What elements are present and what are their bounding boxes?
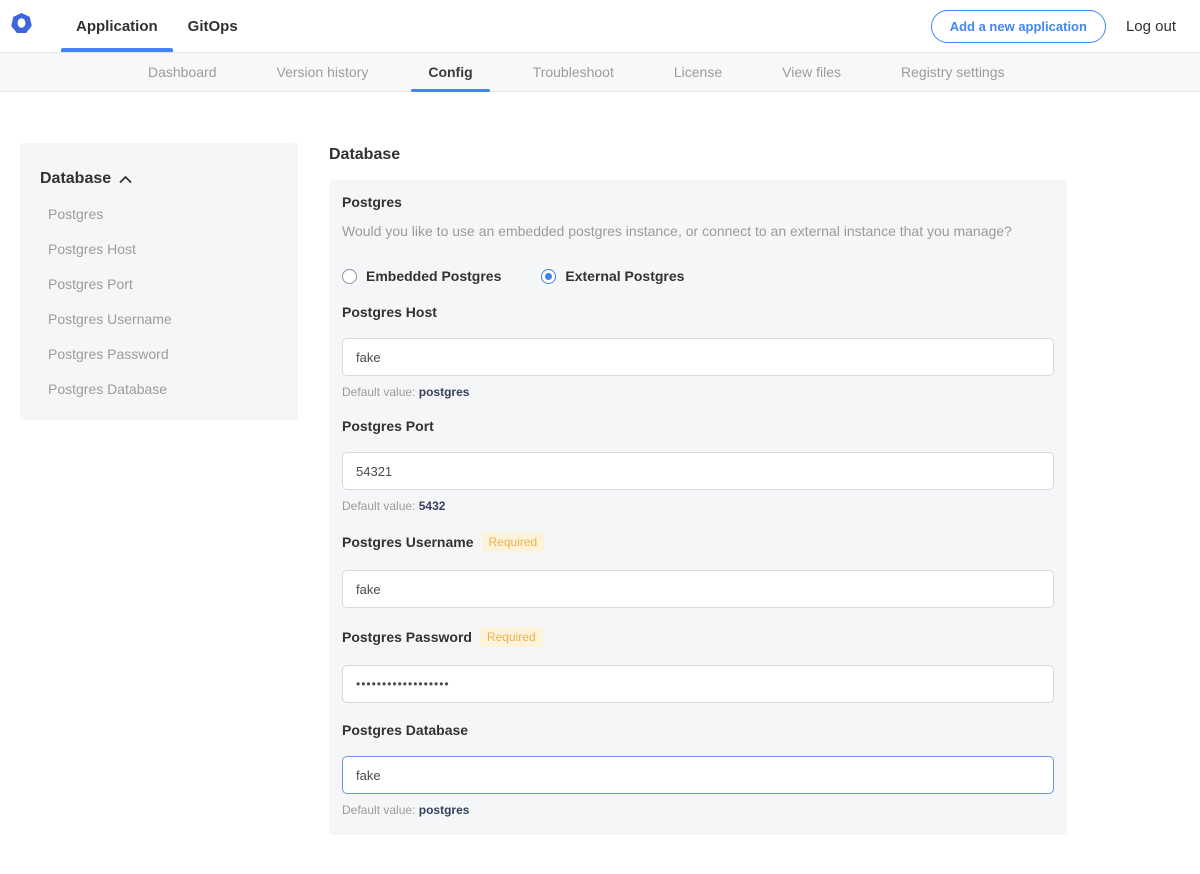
subnav-tab-troubleshoot[interactable]: Troubleshoot	[503, 53, 644, 91]
field-default-hint: Default value: postgres	[342, 385, 1054, 399]
field-label: Postgres Port	[342, 418, 434, 434]
default-value: postgres	[419, 385, 470, 399]
group-title-postgres: Postgres	[342, 194, 1054, 210]
app-logo	[10, 0, 33, 52]
field-label: Postgres Password	[342, 629, 472, 645]
active-subtab-underline	[411, 89, 489, 92]
sidebar-item-postgres-host[interactable]: Postgres Host	[40, 242, 278, 256]
subnav-tab-registry-settings[interactable]: Registry settings	[871, 53, 1034, 91]
group-help-text: Would you like to use an embedded postgr…	[342, 223, 1054, 240]
subnav-tab-label: Dashboard	[148, 64, 217, 80]
topnav-tabs: Application GitOps	[61, 0, 253, 52]
active-tab-underline	[61, 48, 173, 52]
postgres-host-input[interactable]	[342, 338, 1054, 376]
subnav-tab-label: Registry settings	[901, 64, 1004, 80]
sidebar-item-postgres-username[interactable]: Postgres Username	[40, 312, 278, 326]
topnav-spacer	[253, 0, 931, 52]
postgres-database-input[interactable]	[342, 756, 1054, 794]
radio-external-postgres[interactable]: External Postgres	[541, 268, 684, 284]
subnav-tab-label: Config	[428, 64, 472, 80]
default-value: postgres	[419, 803, 470, 817]
radio-external-label: External Postgres	[565, 268, 684, 284]
top-nav: Application GitOps Add a new application…	[0, 0, 1200, 52]
subnav-tab-license[interactable]: License	[644, 53, 752, 91]
sidebar-item-postgres[interactable]: Postgres	[40, 207, 278, 221]
radio-embedded-postgres[interactable]: Embedded Postgres	[342, 268, 501, 284]
sidebar-item-postgres-port[interactable]: Postgres Port	[40, 277, 278, 291]
tab-gitops[interactable]: GitOps	[173, 0, 253, 52]
subnav-tab-config[interactable]: Config	[398, 53, 502, 91]
subnav-tab-version-history[interactable]: Version history	[247, 53, 399, 91]
add-new-application-button[interactable]: Add a new application	[931, 10, 1106, 43]
radio-unselected-icon	[342, 269, 357, 284]
sidebar-item-postgres-password[interactable]: Postgres Password	[40, 347, 278, 361]
subnav-tab-label: View files	[782, 64, 841, 80]
sidebar-item-postgres-database[interactable]: Postgres Database	[40, 382, 278, 396]
app-sub-nav: Dashboard Version history Config Trouble…	[0, 52, 1200, 92]
field-postgres-database: Postgres Database	[342, 722, 1054, 738]
subnav-tab-label: Troubleshoot	[533, 64, 614, 80]
field-postgres-password: Postgres Password Required	[342, 627, 1054, 647]
field-label: Postgres Username	[342, 534, 474, 550]
subnav-tab-dashboard[interactable]: Dashboard	[118, 53, 247, 91]
field-postgres-port: Postgres Port	[342, 418, 1054, 434]
field-postgres-username: Postgres Username Required	[342, 532, 1054, 552]
postgres-port-input[interactable]	[342, 452, 1054, 490]
config-main: Database Postgres Would you like to use …	[329, 143, 1067, 874]
tab-application[interactable]: Application	[61, 0, 173, 52]
required-badge: Required	[482, 532, 545, 552]
postgres-username-input[interactable]	[342, 570, 1054, 608]
config-sidebar: Database Postgres Postgres Host Postgres…	[20, 143, 298, 420]
kots-logo-icon	[10, 12, 33, 40]
logout-button[interactable]: Log out	[1126, 18, 1176, 35]
database-config-group: Postgres Would you like to use an embedd…	[329, 180, 1067, 835]
subnav-tab-label: License	[674, 64, 722, 80]
subnav-tab-label: Version history	[277, 64, 369, 80]
page-title: Database	[329, 146, 1067, 164]
sidebar-group-label: Database	[40, 170, 111, 188]
radio-embedded-label: Embedded Postgres	[366, 268, 501, 284]
chevron-up-icon	[119, 175, 132, 184]
field-default-hint: Default value: 5432	[342, 499, 1054, 513]
subnav-tab-view-files[interactable]: View files	[752, 53, 871, 91]
field-label: Postgres Host	[342, 304, 437, 320]
field-default-hint: Default value: postgres	[342, 803, 1054, 817]
tab-application-label: Application	[76, 18, 158, 35]
postgres-password-input[interactable]	[342, 665, 1054, 703]
field-postgres-host: Postgres Host	[342, 304, 1054, 320]
content-area: Database Postgres Postgres Host Postgres…	[0, 92, 1200, 874]
tab-gitops-label: GitOps	[188, 18, 238, 35]
postgres-mode-radio-group: Embedded Postgres External Postgres	[342, 268, 1054, 284]
field-label: Postgres Database	[342, 722, 468, 738]
radio-selected-icon	[541, 269, 556, 284]
sidebar-group-database[interactable]: Database	[40, 170, 278, 188]
default-value: 5432	[419, 499, 446, 513]
required-badge: Required	[480, 627, 543, 647]
sidebar-item-list: Postgres Postgres Host Postgres Port Pos…	[40, 207, 278, 396]
